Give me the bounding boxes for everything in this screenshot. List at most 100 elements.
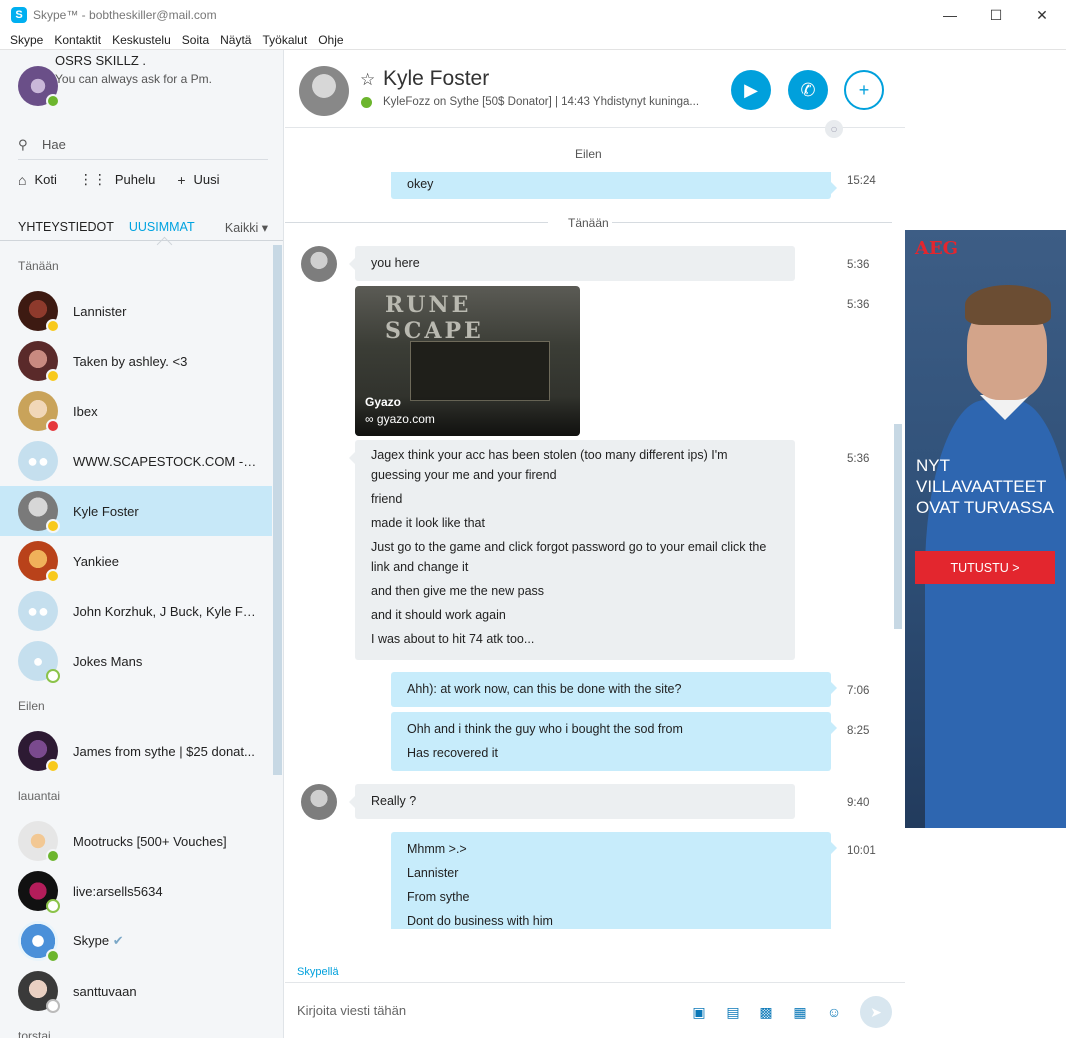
tab-recent[interactable]: UUSIMMAT: [129, 220, 195, 234]
chat-avatar[interactable]: [299, 66, 349, 116]
send-file-icon[interactable]: ▤: [724, 1003, 742, 1021]
contact-item[interactable]: live:arsells5634: [0, 866, 272, 916]
status-away-icon: [46, 319, 60, 333]
contact-avatar: [18, 491, 60, 533]
ad-cta-button[interactable]: TUTUSTU >: [915, 551, 1055, 584]
contact-item[interactable]: Mootrucks [500+ Vouches]: [0, 816, 272, 866]
contact-name: santtuvaan: [73, 983, 137, 999]
emoticon-icon[interactable]: ☺: [825, 1003, 843, 1021]
status-busy-icon: [46, 419, 60, 433]
star-icon[interactable]: ☆: [360, 70, 375, 90]
message-bubble[interactable]: Jagex think your acc has been stolen (to…: [349, 440, 795, 660]
status-unknown-icon: [46, 999, 60, 1013]
message-bubble[interactable]: Ohh and i think the guy who i bought the…: [391, 712, 837, 771]
close-button[interactable]: ✕: [1019, 0, 1065, 30]
image-logo-text: RUNE SCAPE: [385, 292, 484, 344]
message-input[interactable]: Kirjoita viesti tähän: [297, 1003, 406, 1018]
add-participant-button[interactable]: +: [844, 70, 884, 110]
ad-headline-line: OVAT TURVASSA: [916, 498, 1054, 517]
message-text: From sythe: [407, 890, 470, 904]
contact-item[interactable]: Yankiee: [0, 536, 272, 586]
advertisement[interactable]: AEG NYT VILLAVAATTEET OVAT TURVASSA TUTU…: [905, 230, 1066, 828]
contact-avatar: [18, 971, 60, 1013]
contact-item[interactable]: ● Jokes Mans: [0, 636, 272, 686]
chat-contact-name[interactable]: Kyle Foster: [383, 67, 489, 91]
group-avatar-icon: ●●: [18, 441, 58, 481]
message-bubble[interactable]: Mhmm >.> Lannister From sythe Dont do bu…: [391, 832, 837, 929]
image-link[interactable]: ∞ gyazo.com: [365, 412, 435, 426]
status-offline-icon: [46, 669, 60, 683]
message-text: Really ?: [371, 794, 417, 808]
menu-conversation[interactable]: Keskustelu: [112, 33, 171, 47]
search-input[interactable]: Hae: [42, 137, 66, 152]
message-text: Lannister: [407, 866, 459, 880]
message-text: Just go to the game and click forgot pas…: [371, 540, 767, 574]
profile-mood[interactable]: You can always ask for a Pm.: [55, 72, 255, 86]
contact-avatar: [18, 391, 60, 433]
ad-headline-line: VILLAVAATTEET: [916, 477, 1047, 496]
filter-label: Kaikki: [224, 220, 259, 235]
home-icon: ⌂: [18, 171, 27, 188]
new-button[interactable]: + Uusi: [177, 172, 219, 188]
contact-item[interactable]: santtuvaan: [0, 966, 272, 1016]
voice-call-button[interactable]: ✆: [788, 70, 828, 110]
profile-avatar[interactable]: [18, 66, 60, 108]
sender-avatar[interactable]: [301, 784, 337, 820]
menu-skype[interactable]: Skype: [10, 33, 43, 47]
contact-item[interactable]: Ibex: [0, 386, 272, 436]
contact-item[interactable]: Taken by ashley. <3: [0, 336, 272, 386]
contact-name-text: Skype: [73, 933, 110, 948]
conversation-scrollbar[interactable]: [894, 424, 902, 629]
status-online-icon: [46, 94, 60, 108]
tab-contacts[interactable]: YHTEYSTIEDOT: [18, 220, 114, 234]
message-time: 10:01: [847, 845, 876, 857]
contact-item[interactable]: Lannister: [0, 286, 272, 336]
profile-name[interactable]: OSRS SKILLZ .: [55, 53, 255, 68]
menu-view[interactable]: Näytä: [220, 33, 251, 47]
message-bubble[interactable]: Really ?: [349, 784, 795, 819]
image-login-box: [410, 341, 550, 401]
search-box[interactable]: ⚲ Hae: [18, 130, 268, 160]
home-button[interactable]: ⌂ Koti: [18, 172, 57, 188]
menu-contacts[interactable]: Kontaktit: [54, 33, 101, 47]
sender-avatar[interactable]: [301, 246, 337, 282]
video-message-icon[interactable]: ▩: [757, 1003, 775, 1021]
contact-name: Taken by ashley. <3: [73, 353, 188, 369]
filter-dropdown[interactable]: Kaikki ▾: [225, 220, 268, 235]
message-time: 5:36: [847, 453, 870, 465]
menu-tools[interactable]: Työkalut: [262, 33, 307, 47]
call-button[interactable]: ⋮⋮ Puhelu: [79, 171, 155, 188]
message-bubble[interactable]: you here: [349, 246, 795, 281]
menu-call[interactable]: Soita: [182, 33, 209, 47]
message-text: Jagex think your acc has been stolen (to…: [371, 448, 728, 482]
contact-item-selected[interactable]: Kyle Foster: [0, 486, 272, 536]
contact-item[interactable]: ●● WWW.SCAPESTOCK.COM -RS...: [0, 436, 272, 486]
tabs-divider: [0, 240, 283, 241]
video-call-button[interactable]: ▶: [731, 70, 771, 110]
maximize-button[interactable]: ☐: [973, 0, 1019, 30]
ad-model-hair: [965, 285, 1051, 325]
message-text: you here: [371, 256, 420, 270]
send-contact-icon[interactable]: ▦: [791, 1003, 809, 1021]
menu-help[interactable]: Ohje: [318, 33, 343, 47]
contact-item[interactable]: James from sythe | $25 donat...: [0, 726, 272, 776]
person-avatar-icon: ●: [18, 641, 60, 683]
skypella-label[interactable]: Skypellä: [297, 966, 339, 978]
image-preview-card[interactable]: RUNE SCAPE Gyazo ∞ gyazo.com: [355, 286, 580, 436]
send-image-icon[interactable]: ▣: [690, 1003, 708, 1021]
message-bubble[interactable]: okey: [391, 172, 837, 199]
contact-item[interactable]: ●● John Korzhuk, J Buck, Kyle Fos...: [0, 586, 272, 636]
sidebar-scrollbar[interactable]: [273, 245, 282, 775]
contact-name: WWW.SCAPESTOCK.COM -RS...: [73, 453, 263, 469]
contact-item[interactable]: Skype ✔: [0, 916, 272, 966]
contact-avatar: [18, 821, 60, 863]
contact-name: John Korzhuk, J Buck, Kyle Fos...: [73, 603, 263, 619]
home-label: Koti: [34, 172, 57, 187]
window-title: Skype™ - bobtheskiller@mail.com: [33, 8, 217, 22]
minimize-button[interactable]: —: [927, 0, 973, 30]
send-button[interactable]: ➤: [860, 996, 892, 1028]
conversation: Eilen okey 15:24 Tänään you here 5:36 RU…: [285, 129, 892, 929]
profile[interactable]: [18, 66, 60, 108]
new-label: Uusi: [193, 172, 220, 187]
message-bubble[interactable]: Ahh): at work now, can this be done with…: [391, 672, 837, 707]
